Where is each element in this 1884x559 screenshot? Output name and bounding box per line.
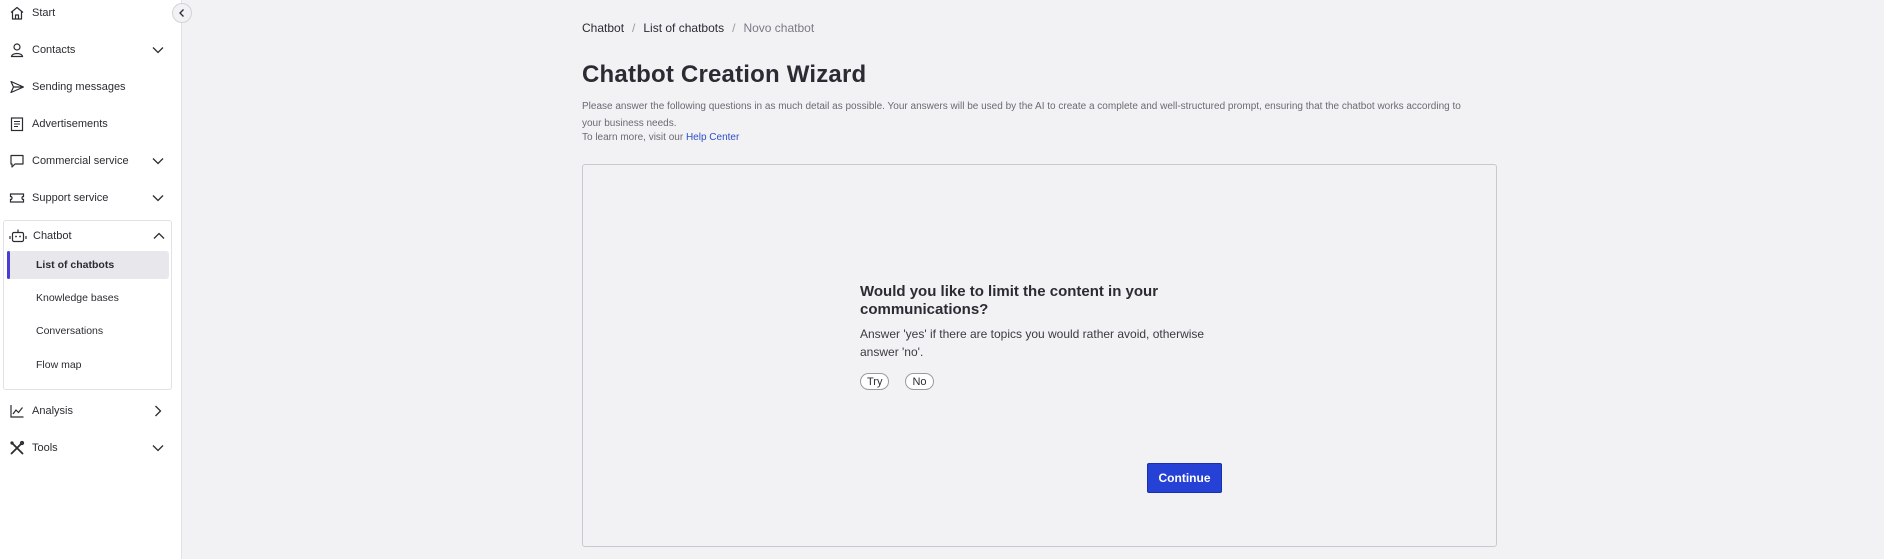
chatbot-group: Chatbot List of chatbots Knowledge bases… — [3, 220, 172, 390]
sidebar-item-label: Start — [32, 7, 56, 19]
chevron-left-icon — [177, 8, 187, 18]
sidebar-item-start[interactable]: Start — [0, 0, 172, 28]
chevron-up-icon[interactable] — [151, 228, 167, 244]
sidebar-item-label: Support service — [32, 192, 109, 204]
chat-icon — [8, 152, 26, 170]
sidebar-item-tools[interactable]: Tools — [0, 433, 172, 463]
breadcrumb-separator: / — [632, 21, 636, 35]
breadcrumb-chatbot[interactable]: Chatbot — [582, 21, 624, 35]
send-icon — [8, 78, 26, 96]
chevron-down-icon[interactable] — [150, 190, 166, 206]
breadcrumb-current: Novo chatbot — [743, 21, 815, 35]
sidebar-collapse-button[interactable] — [172, 3, 192, 23]
continue-button[interactable]: Continue — [1147, 463, 1222, 493]
sidebar-subitem-flow-map[interactable]: Flow map — [7, 351, 169, 379]
chevron-right-icon[interactable] — [150, 403, 166, 419]
breadcrumb: Chatbot / List of chatbots / Novo chatbo… — [582, 21, 814, 35]
answer-try-button[interactable]: Try — [860, 373, 890, 390]
answer-options: Try No — [860, 373, 934, 390]
page-title: Chatbot Creation Wizard — [582, 61, 867, 88]
sidebar-item-label: Advertisements — [32, 118, 108, 130]
sidebar-subitem-list-of-chatbots[interactable]: List of chatbots — [7, 251, 169, 279]
wizard-card: Would you like to limit the content in y… — [582, 164, 1497, 547]
sidebar: Start Contacts Sending messages Advertis… — [0, 0, 182, 559]
sidebar-subitem-label: Knowledge bases — [36, 292, 119, 304]
ticket-icon — [8, 189, 26, 207]
breadcrumb-list-of-chatbots[interactable]: List of chatbots — [643, 21, 724, 35]
person-icon — [8, 41, 26, 59]
wizard-question: Would you like to limit the content in y… — [860, 283, 1159, 318]
sidebar-item-label: Contacts — [32, 44, 76, 56]
chevron-down-icon[interactable] — [150, 440, 166, 456]
sidebar-item-contacts[interactable]: Contacts — [0, 35, 172, 65]
home-icon — [8, 4, 26, 22]
sidebar-subitem-label: Conversations — [36, 325, 104, 337]
sidebar-subitem-label: List of chatbots — [36, 259, 115, 271]
help-prefix: To learn more, visit our — [582, 132, 684, 143]
sidebar-item-label: Chatbot — [33, 230, 72, 242]
chevron-down-icon[interactable] — [150, 42, 166, 58]
help-line: To learn more, visit our Help Center — [582, 132, 739, 143]
breadcrumb-separator: / — [732, 21, 736, 35]
chevron-down-icon[interactable] — [150, 153, 166, 169]
sidebar-item-commercial-service[interactable]: Commercial service — [0, 146, 172, 176]
sidebar-item-sending-messages[interactable]: Sending messages — [0, 72, 172, 102]
sidebar-item-chatbot[interactable]: Chatbot — [1, 221, 173, 251]
tools-icon — [8, 439, 26, 457]
sidebar-item-label: Commercial service — [32, 155, 129, 167]
sidebar-subitem-label: Flow map — [36, 359, 82, 371]
sidebar-item-label: Analysis — [32, 405, 73, 417]
sidebar-item-support-service[interactable]: Support service — [0, 183, 172, 213]
chart-icon — [8, 402, 26, 420]
sidebar-item-advertisements[interactable]: Advertisements — [0, 109, 172, 139]
document-icon — [8, 115, 26, 133]
sidebar-subitem-conversations[interactable]: Conversations — [7, 317, 169, 345]
robot-icon — [9, 227, 27, 245]
sidebar-item-analysis[interactable]: Analysis — [0, 396, 172, 426]
sidebar-item-label: Sending messages — [32, 81, 126, 93]
sidebar-item-label: Tools — [32, 442, 58, 454]
help-center-link[interactable]: Help Center — [686, 132, 739, 143]
page-description: Please answer the following questions in… — [582, 101, 1461, 129]
wizard-hint: Answer 'yes' if there are topics you wou… — [860, 327, 1205, 359]
answer-no-button[interactable]: No — [905, 373, 934, 390]
sidebar-subitem-knowledge-bases[interactable]: Knowledge bases — [7, 284, 169, 312]
